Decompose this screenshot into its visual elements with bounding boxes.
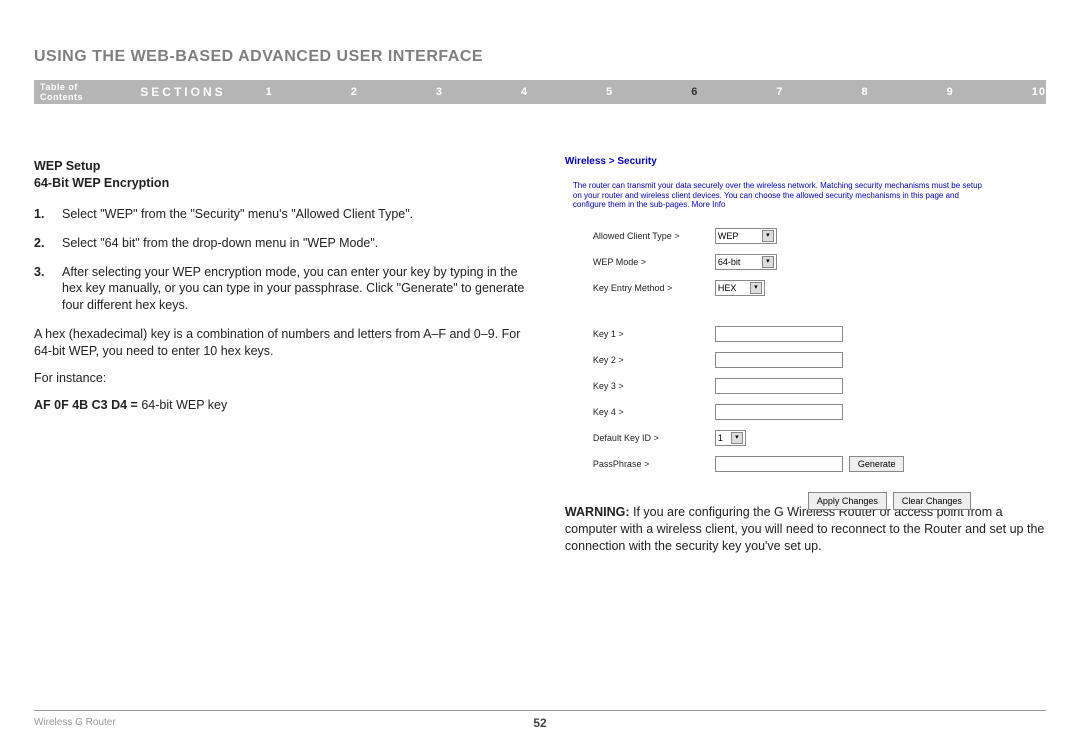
clear-changes-button[interactable]: Clear Changes xyxy=(893,492,971,510)
section-links: 1 2 3 4 5 6 7 8 9 10 xyxy=(266,86,1046,98)
select-default-key-value: 1 xyxy=(718,433,729,443)
select-key-entry-value: HEX xyxy=(718,283,743,293)
select-default-key[interactable]: 1 ▾ xyxy=(715,430,746,446)
input-key4[interactable] xyxy=(715,404,843,420)
step-text-1: Select "WEP" from the "Security" menu's … xyxy=(62,206,413,223)
input-key2[interactable] xyxy=(715,352,843,368)
step-num-1: 1. xyxy=(34,206,62,223)
heading-wep-setup: WEP Setup xyxy=(34,159,100,173)
input-key3[interactable] xyxy=(715,378,843,394)
step-num-2: 2. xyxy=(34,235,62,252)
label-key2: Key 2 > xyxy=(565,355,715,365)
label-default-key: Default Key ID > xyxy=(565,433,715,443)
section-link-1[interactable]: 1 xyxy=(266,86,273,98)
chevron-down-icon: ▾ xyxy=(762,256,774,268)
select-wep-mode[interactable]: 64-bit ▾ xyxy=(715,254,777,270)
generate-button[interactable]: Generate xyxy=(849,456,905,472)
heading-64bit: 64-Bit WEP Encryption xyxy=(34,176,169,190)
section-navbar: Table of Contents SECTIONS 1 2 3 4 5 6 7… xyxy=(34,80,1046,104)
warning-text: WARNING: If you are configuring the G Wi… xyxy=(565,504,1046,555)
hex-explain: A hex (hexadecimal) key is a combination… xyxy=(34,326,541,360)
section-link-8[interactable]: 8 xyxy=(862,86,869,98)
label-key3: Key 3 > xyxy=(565,381,715,391)
section-link-9[interactable]: 9 xyxy=(947,86,954,98)
step-text-3: After selecting your WEP encryption mode… xyxy=(62,264,541,315)
section-link-4[interactable]: 4 xyxy=(521,86,528,98)
page-number: 52 xyxy=(34,716,1046,730)
example-rest: 64-bit WEP key xyxy=(141,398,227,412)
footer: Wireless G Router 52 xyxy=(34,710,1046,728)
intro-text: The router can transmit your data secure… xyxy=(565,181,983,210)
example-line: AF 0F 4B C3 D4 = 64-bit WEP key xyxy=(34,397,541,414)
select-wep-mode-value: 64-bit xyxy=(718,257,747,267)
select-key-entry[interactable]: HEX ▾ xyxy=(715,280,765,296)
section-link-6[interactable]: 6 xyxy=(691,86,698,98)
label-allowed-client: Allowed Client Type > xyxy=(565,231,715,241)
section-link-5[interactable]: 5 xyxy=(606,86,613,98)
page-title: USING THE WEB-BASED ADVANCED USER INTERF… xyxy=(34,48,1046,66)
input-passphrase[interactable] xyxy=(715,456,843,472)
label-wep-mode: WEP Mode > xyxy=(565,257,715,267)
label-key1: Key 1 > xyxy=(565,329,715,339)
example-bold: AF 0F 4B C3 D4 = xyxy=(34,398,141,412)
breadcrumb: Wireless > Security xyxy=(565,156,983,167)
chevron-down-icon: ▾ xyxy=(731,432,743,444)
select-allowed-client-value: WEP xyxy=(718,231,745,241)
section-link-7[interactable]: 7 xyxy=(776,86,783,98)
label-key4: Key 4 > xyxy=(565,407,715,417)
warning-body: If you are configuring the G Wireless Ro… xyxy=(565,505,1044,553)
label-key-entry: Key Entry Method > xyxy=(565,283,715,293)
section-link-2[interactable]: 2 xyxy=(351,86,358,98)
chevron-down-icon: ▾ xyxy=(762,230,774,242)
for-instance: For instance: xyxy=(34,370,541,387)
chevron-down-icon: ▾ xyxy=(750,282,762,294)
section-link-10[interactable]: 10 xyxy=(1032,86,1046,98)
input-key1[interactable] xyxy=(715,326,843,342)
sections-label: SECTIONS xyxy=(140,85,225,99)
step-num-3: 3. xyxy=(34,264,62,315)
toc-link[interactable]: Table of Contents xyxy=(40,82,112,102)
router-screenshot: Wireless > Security The router can trans… xyxy=(565,156,983,476)
label-passphrase: PassPhrase > xyxy=(565,459,715,469)
step-text-2: Select "64 bit" from the drop-down menu … xyxy=(62,235,378,252)
apply-changes-button[interactable]: Apply Changes xyxy=(808,492,887,510)
section-link-3[interactable]: 3 xyxy=(436,86,443,98)
select-allowed-client[interactable]: WEP ▾ xyxy=(715,228,777,244)
